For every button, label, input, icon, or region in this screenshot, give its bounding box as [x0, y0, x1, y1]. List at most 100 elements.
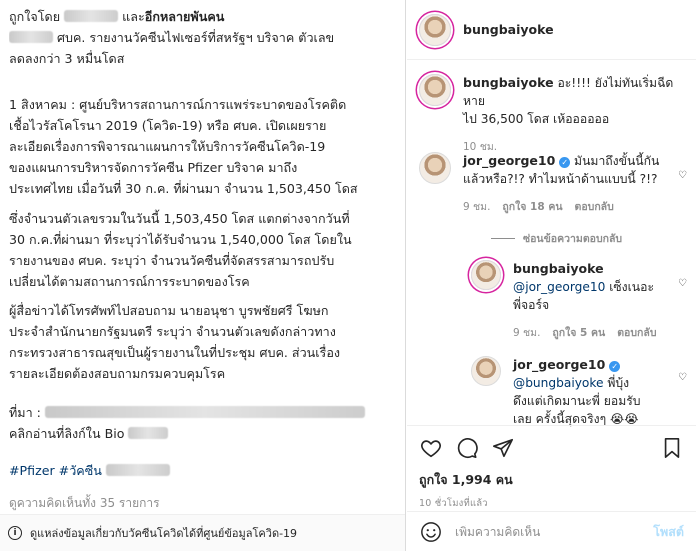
reply-mention[interactable]: @bungbaiyoke — [513, 376, 604, 390]
comment-avatar[interactable] — [419, 152, 451, 184]
reply-username[interactable]: bungbaiyoke — [513, 261, 604, 276]
reply-text: พี่บุ้ง — [607, 376, 630, 390]
comment-body: bungbaiyoke อะ!!!! ยังไม่ทันเริ่มฉีด หาย… — [463, 74, 684, 128]
heart-icon[interactable]: ♡ — [678, 170, 688, 181]
comment-username[interactable]: jor_george10 — [463, 153, 555, 168]
share-icon[interactable] — [491, 436, 515, 460]
author-username[interactable]: bungbaiyoke — [463, 22, 554, 37]
blurred-hashtag — [105, 464, 170, 476]
blurred-bio — [128, 427, 169, 439]
p1-line: เชื้อไวรัสโคโรนา 2019 (โควิด-19) หรือ ศบ… — [9, 118, 327, 133]
comment-item: jor_george10 ✓ มันมาถึงขั้นนี้กัน แล้วหร… — [419, 152, 684, 215]
reply-text: ดึงแต่เกิดมานะพี่ ยอมรับ — [513, 394, 641, 408]
comment-text: แล้วหรือ?!? ทำไมหน้าด้านแบบนี้ ?!? — [463, 172, 658, 186]
p1-line: ละเอียดเรื่องการพิจารณาแผนการให้บริการวั… — [9, 139, 326, 154]
hashtag-vaccine[interactable]: #วัคซีน — [59, 463, 102, 478]
comment-likes[interactable]: ถูกใจ 18 คน — [502, 198, 562, 215]
post-actions: ถูกใจ 1,994 คน 10 ชั่วโมงที่แล้ว — [407, 425, 696, 511]
p2-line: ซึ่งจำนวนตัวเลขรวมในวันนี้ 1,503,450 โดส… — [9, 211, 350, 226]
p2-line: เปลี่ยนได้ตามสถานการณ์การระบาดของโรค — [9, 274, 250, 289]
headline-line-1: ศบค. รายงานวัคซีนไฟเซอร์ที่สหรัฐฯ บริจาค… — [9, 27, 399, 48]
comment-time[interactable]: 9 ชม. — [463, 198, 490, 215]
posted-time[interactable]: 10 ชั่วโมงที่แล้ว — [419, 496, 684, 511]
reply-text: เลย ครั้งนี้สุดจริงๆ — [513, 412, 607, 426]
comment-input[interactable] — [455, 524, 642, 539]
view-all-comments-link[interactable]: ดูความคิดเห็นทั้ง 35 รายการ — [9, 494, 160, 513]
bookmark-icon[interactable] — [660, 436, 684, 460]
headline-text-1: ศบค. รายงานวัคซีนไฟเซอร์ที่สหรัฐฯ บริจาค… — [57, 30, 335, 45]
p3-line: ประจำสำนักนายกรัฐมนตรี ระบุว่า จำนวนตัวเ… — [9, 324, 336, 339]
hashtag-pfizer[interactable]: #Pfizer — [9, 463, 55, 478]
reply-avatar[interactable] — [471, 356, 501, 386]
liked-by-others: อีกหลายพันคน — [144, 9, 225, 24]
reply-time[interactable]: 9 ชม. — [513, 324, 540, 341]
post-image: ถูกใจโดย และอีกหลายพันคน ศบค. รายงานวัคซ… — [0, 0, 406, 551]
comment-text: มันมาถึงขั้นนี้กัน — [574, 154, 660, 168]
hide-replies-label: ซ่อนข้อความตอบกลับ — [523, 233, 623, 245]
comment-form: โพสต์ — [407, 511, 696, 551]
covid-info-bar[interactable]: i ดูแหล่งข้อมูลเกี่ยวกับวัคซีนโควิดได้ที… — [0, 514, 405, 551]
comment-username[interactable]: bungbaiyoke — [463, 75, 554, 90]
caption-header: ถูกใจโดย และอีกหลายพันคน ศบค. รายงานวัคซ… — [9, 6, 399, 69]
reply-avatar[interactable] — [471, 260, 501, 290]
reply-emoji: 😭😭 — [610, 412, 639, 426]
hashtag-line: #Pfizer #วัคซีน — [9, 460, 399, 481]
p3-line: ผู้สื่อข่าวได้โทรศัพท์ไปสอบถาม นายอนุชา … — [9, 303, 329, 318]
reply-likes[interactable]: ถูกใจ 5 คน — [552, 324, 605, 341]
reply-username[interactable]: jor_george10 — [513, 357, 605, 372]
post-comment-button[interactable]: โพสต์ — [653, 522, 684, 542]
verified-icon: ✓ — [609, 361, 621, 372]
blurred-url — [44, 406, 365, 418]
reply-text: พี่จอร์จ — [513, 298, 550, 312]
comment-meta: 9 ชม. ถูกใจ 18 คน ตอบกลับ — [463, 198, 659, 215]
reply-button[interactable]: ตอบกลับ — [575, 198, 614, 215]
liked-by-and: และ — [122, 9, 145, 24]
headline-line-2: ลดลงกว่า 3 หมื่นโดส — [9, 51, 125, 66]
heart-icon[interactable]: ♡ — [678, 372, 688, 383]
comment-avatar[interactable] — [419, 74, 451, 106]
post-header: bungbaiyoke — [407, 0, 696, 60]
p2-line: รายงานของ ศบค. ระบุว่า จำนวนวัคซีนที่จัด… — [9, 253, 335, 268]
liked-by-line: ถูกใจโดย และอีกหลายพันคน — [9, 6, 399, 27]
covid-info-text: ดูแหล่งข้อมูลเกี่ยวกับวัคซีนโควิดได้ที่ศ… — [30, 527, 298, 540]
post-sidebar: bungbaiyoke bungbaiyoke อะ!!!! ยังไม่ทัน… — [407, 0, 696, 551]
p1-line: 1 สิงหาคม : ศูนย์บริหารสถานการณ์การแพร่ร… — [9, 97, 347, 112]
blurred-account — [9, 31, 53, 43]
comment-item: bungbaiyoke อะ!!!! ยังไม่ทันเริ่มฉีด หาย… — [419, 74, 684, 155]
heart-icon[interactable]: ♡ — [678, 278, 688, 289]
source-block: ที่มา : คลิกอ่านที่ลิงก์ใน Bio — [9, 402, 399, 444]
reply-body: bungbaiyoke @jor_george10 เซ็งเนอะ พี่จอ… — [513, 260, 656, 314]
reply-item: bungbaiyoke @jor_george10 เซ็งเนอะ พี่จอ… — [471, 260, 684, 341]
click-bio-text: คลิกอ่านที่ลิงก์ใน Bio — [9, 426, 125, 441]
paragraph-1: 1 สิงหาคม : ศูนย์บริหารสถานการณ์การแพร่ร… — [9, 94, 399, 199]
p1-line: ประเทศไทย เมื่อวันที่ 30 ก.ค. ที่ผ่านมา … — [9, 181, 358, 196]
liked-by-prefix: ถูกใจโดย — [9, 9, 61, 24]
hide-replies-button[interactable]: ซ่อนข้อความตอบกลับ — [491, 230, 622, 247]
info-icon: i — [8, 526, 22, 540]
blurred-name — [64, 10, 119, 22]
comment-text: ไป 36,500 โดส เห้ออออออ — [463, 112, 610, 126]
p3-line: กระทรวงสาธารณสุขเป็นผู้รายงานในที่ประชุม… — [9, 345, 341, 360]
reply-meta: 9 ชม. ถูกใจ 5 คน ตอบกลับ — [513, 324, 656, 341]
emoji-icon[interactable] — [419, 520, 443, 544]
heart-icon[interactable] — [419, 436, 443, 460]
comment-icon[interactable] — [455, 436, 479, 460]
comment-body: jor_george10 ✓ มันมาถึงขั้นนี้กัน แล้วหร… — [463, 152, 659, 188]
divider — [491, 238, 515, 239]
source-label: ที่มา : — [9, 405, 41, 420]
p3-line: รายละเอียดต้องสอบถามกรมควบคุมโรค — [9, 366, 226, 381]
source-line: ที่มา : — [9, 402, 399, 423]
paragraph-2: ซึ่งจำนวนตัวเลขรวมในวันนี้ 1,503,450 โดส… — [9, 208, 399, 292]
likes-count[interactable]: ถูกใจ 1,994 คน — [419, 470, 684, 490]
p2-line: 30 ก.ค.ที่ผ่านมา ที่ระบุว่าได้รับจำนวน 1… — [9, 232, 352, 247]
verified-icon: ✓ — [559, 157, 571, 168]
reply-item: jor_george10 ✓ @bungbaiyoke พี่บุ้ง ดึงแ… — [471, 356, 684, 428]
reply-body: jor_george10 ✓ @bungbaiyoke พี่บุ้ง ดึงแ… — [513, 356, 641, 428]
action-icons — [419, 434, 684, 462]
reply-button[interactable]: ตอบกลับ — [617, 324, 656, 341]
reply-mention[interactable]: @jor_george10 — [513, 280, 605, 294]
click-line: คลิกอ่านที่ลิงก์ใน Bio — [9, 423, 399, 444]
reply-text: เซ็งเนอะ — [609, 280, 655, 294]
author-avatar[interactable] — [419, 13, 451, 46]
paragraph-3: ผู้สื่อข่าวได้โทรศัพท์ไปสอบถาม นายอนุชา … — [9, 300, 399, 384]
